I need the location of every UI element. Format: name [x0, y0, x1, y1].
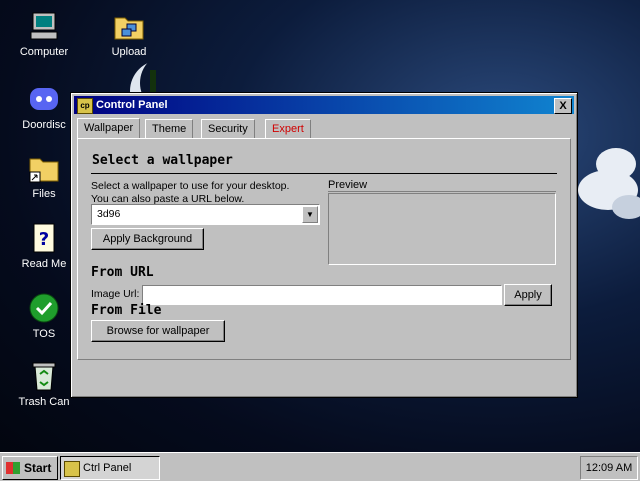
close-button[interactable]: X — [554, 98, 572, 114]
desktop-icon-label: Trash Can — [18, 396, 70, 408]
wallpaper-select-value: 3d96 — [97, 208, 121, 220]
tab-security[interactable]: Security — [201, 119, 255, 139]
tab-wallpaper[interactable]: Wallpaper — [77, 118, 141, 140]
taskbar-item-control-panel[interactable]: Ctrl Panel — [60, 456, 160, 480]
preview-label: Preview — [328, 179, 368, 191]
preview-box — [328, 193, 556, 265]
discord-icon — [28, 83, 60, 115]
desktop-icon-computer[interactable]: Computer — [12, 10, 76, 58]
control-panel-window: cp Control Panel X Wallpaper Theme Secur… — [70, 92, 578, 398]
tab-theme[interactable]: Theme — [145, 119, 194, 139]
desktop-icon-doordisc[interactable]: Doordisc — [12, 83, 76, 131]
start-button[interactable]: Start — [2, 456, 58, 480]
recycle-bin-icon — [28, 360, 60, 392]
system-clock[interactable]: 12:09 AM — [580, 456, 638, 480]
folder-shortcut-icon — [28, 152, 60, 184]
control-panel-icon: cp — [77, 98, 93, 114]
tree-silhouette — [150, 70, 156, 94]
desktop-icon-label: Read Me — [21, 258, 67, 270]
taskbar: Start Ctrl Panel 12:09 AM — [0, 452, 640, 481]
checkmark-icon — [28, 292, 60, 324]
computer-icon — [28, 10, 60, 42]
wallpaper-panel: Select a wallpaper Select a wallpaper to… — [77, 138, 571, 360]
windows-logo-icon — [6, 462, 20, 474]
wallpaper-description-line1: Select a wallpaper to use for your deskt… — [91, 180, 290, 192]
question-document-icon: ? — [28, 222, 60, 254]
window-title: Control Panel — [96, 99, 168, 111]
desktop-icon-files[interactable]: Files — [12, 152, 76, 200]
url-apply-button[interactable]: Apply — [504, 284, 552, 306]
start-label: Start — [24, 461, 52, 475]
desktop-icon-label: Files — [32, 188, 56, 200]
desktop-icon-label: Computer — [19, 46, 69, 58]
image-url-input[interactable] — [142, 285, 502, 305]
from-url-heading: From URL — [91, 265, 154, 280]
image-url-label: Image Url: — [91, 288, 140, 300]
preview-divider — [328, 191, 556, 192]
apply-background-button[interactable]: Apply Background — [91, 228, 204, 250]
desktop-icon-tos[interactable]: TOS — [12, 292, 76, 340]
window-titlebar[interactable]: cp Control Panel X — [74, 96, 574, 114]
control-panel-icon — [64, 461, 80, 477]
desktop-icon-readme[interactable]: ? Read Me — [12, 222, 76, 270]
from-file-heading: From File — [91, 303, 162, 318]
select-wallpaper-heading: Select a wallpaper — [92, 153, 233, 168]
desktop-icon-label: Upload — [111, 46, 147, 58]
chevron-down-icon[interactable]: ▼ — [302, 206, 318, 223]
cloud-decoration — [612, 195, 640, 219]
taskbar-item-label: Ctrl Panel — [83, 462, 132, 474]
heading-divider — [91, 173, 557, 174]
svg-text:?: ? — [39, 229, 49, 250]
desktop-icon-upload[interactable]: Upload — [97, 10, 161, 58]
desktop-icon-trash[interactable]: Trash Can — [12, 360, 76, 408]
browse-wallpaper-button[interactable]: Browse for wallpaper — [91, 320, 225, 342]
tab-expert-mode[interactable]: Expert Mode — [265, 119, 311, 153]
desktop-icon-label: Doordisc — [22, 119, 66, 131]
upload-folder-icon — [113, 10, 145, 42]
desktop-icon-label: TOS — [32, 328, 56, 340]
wallpaper-select[interactable]: 3d96 ▼ — [91, 204, 320, 225]
cloud-decoration — [596, 148, 636, 180]
